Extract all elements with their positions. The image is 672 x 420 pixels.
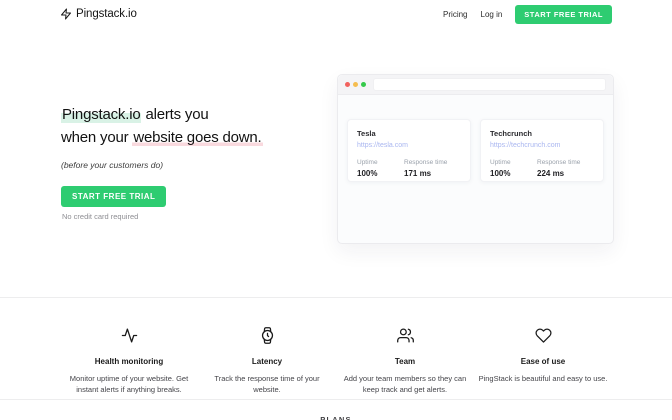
uptime-stat: Uptime 100% <box>490 159 537 178</box>
response-time-label: Response time <box>404 159 451 166</box>
response-time-label: Response time <box>537 159 584 166</box>
hero-heading-highlight-brand: Pingstack.io <box>61 106 141 123</box>
brand-logo[interactable]: Pingstack.io <box>60 8 137 20</box>
site-url-link[interactable]: https://techcrunch.com <box>490 142 594 149</box>
uptime-value: 100% <box>490 169 537 178</box>
response-time-value: 224 ms <box>537 169 584 178</box>
hero-heading-line2-prefix: when your <box>61 129 132 146</box>
hero-section: Pingstack.io alerts you when your websit… <box>61 103 346 221</box>
feature-title: Ease of use <box>478 357 608 366</box>
feature-title: Latency <box>202 357 332 366</box>
section-divider <box>0 297 672 298</box>
hero-start-trial-button[interactable]: START FREE TRIAL <box>61 186 166 207</box>
nav-link-pricing[interactable]: Pricing <box>443 10 467 19</box>
site-stats: Uptime 100% Response time 224 ms <box>490 159 594 178</box>
minimize-window-icon[interactable] <box>353 82 358 87</box>
activity-icon <box>64 327 194 349</box>
response-time-stat: Response time 171 ms <box>404 159 451 178</box>
zap-icon <box>60 8 72 20</box>
nav-link-login[interactable]: Log in <box>481 10 503 19</box>
close-window-icon[interactable] <box>345 82 350 87</box>
browser-address-bar[interactable] <box>373 78 606 91</box>
monitor-card-tesla[interactable]: Tesla https://tesla.com Uptime 100% Resp… <box>347 119 471 182</box>
uptime-label: Uptime <box>357 159 404 166</box>
feature-team: Team Add your team members so they can k… <box>336 327 474 395</box>
maximize-window-icon[interactable] <box>361 82 366 87</box>
header: Pingstack.io Pricing Log in START FREE T… <box>0 0 672 28</box>
site-url-link[interactable]: https://tesla.com <box>357 142 461 149</box>
nav-menu: Pricing Log in START FREE TRIAL <box>443 5 612 24</box>
feature-description: Add your team members so they can keep t… <box>340 373 470 395</box>
response-time-value: 171 ms <box>404 169 451 178</box>
features-row: Health monitoring Monitor uptime of your… <box>60 327 612 395</box>
site-name: Tesla <box>357 129 461 138</box>
feature-description: PingStack is beautiful and easy to use. <box>478 373 608 384</box>
brand-name: Pingstack.io <box>76 8 137 20</box>
users-icon <box>340 327 470 349</box>
feature-title: Health monitoring <box>64 357 194 366</box>
feature-health-monitoring: Health monitoring Monitor uptime of your… <box>60 327 198 395</box>
traffic-lights <box>345 82 366 87</box>
uptime-stat: Uptime 100% <box>357 159 404 178</box>
feature-description: Monitor uptime of your website. Get inst… <box>64 373 194 395</box>
feature-title: Team <box>340 357 470 366</box>
hero-heading-line1-rest: alerts you <box>141 106 208 123</box>
uptime-label: Uptime <box>490 159 537 166</box>
landing-page: Pingstack.io Pricing Log in START FREE T… <box>0 0 672 420</box>
watch-icon <box>202 327 332 349</box>
section-divider <box>0 399 672 400</box>
response-time-stat: Response time 224 ms <box>537 159 584 178</box>
browser-mockup: Tesla https://tesla.com Uptime 100% Resp… <box>337 74 614 244</box>
monitor-card-techcrunch[interactable]: Techcrunch https://techcrunch.com Uptime… <box>480 119 604 182</box>
browser-content: Tesla https://tesla.com Uptime 100% Resp… <box>338 95 613 182</box>
site-name: Techcrunch <box>490 129 594 138</box>
hero-heading: Pingstack.io alerts you when your websit… <box>61 103 346 149</box>
site-stats: Uptime 100% Response time 171 ms <box>357 159 461 178</box>
hero-subtext: (before your customers do) <box>61 160 346 170</box>
plans-section-label: PLANS <box>0 415 672 420</box>
browser-titlebar <box>338 75 613 95</box>
uptime-value: 100% <box>357 169 404 178</box>
heart-icon <box>478 327 608 349</box>
feature-description: Track the response time of your website. <box>202 373 332 395</box>
feature-latency: Latency Track the response time of your … <box>198 327 336 395</box>
feature-ease-of-use: Ease of use PingStack is beautiful and e… <box>474 327 612 395</box>
hero-heading-highlight-down: website goes down. <box>132 129 262 146</box>
nav-start-trial-button[interactable]: START FREE TRIAL <box>515 5 612 24</box>
hero-cta-note: No credit card required <box>61 212 346 221</box>
